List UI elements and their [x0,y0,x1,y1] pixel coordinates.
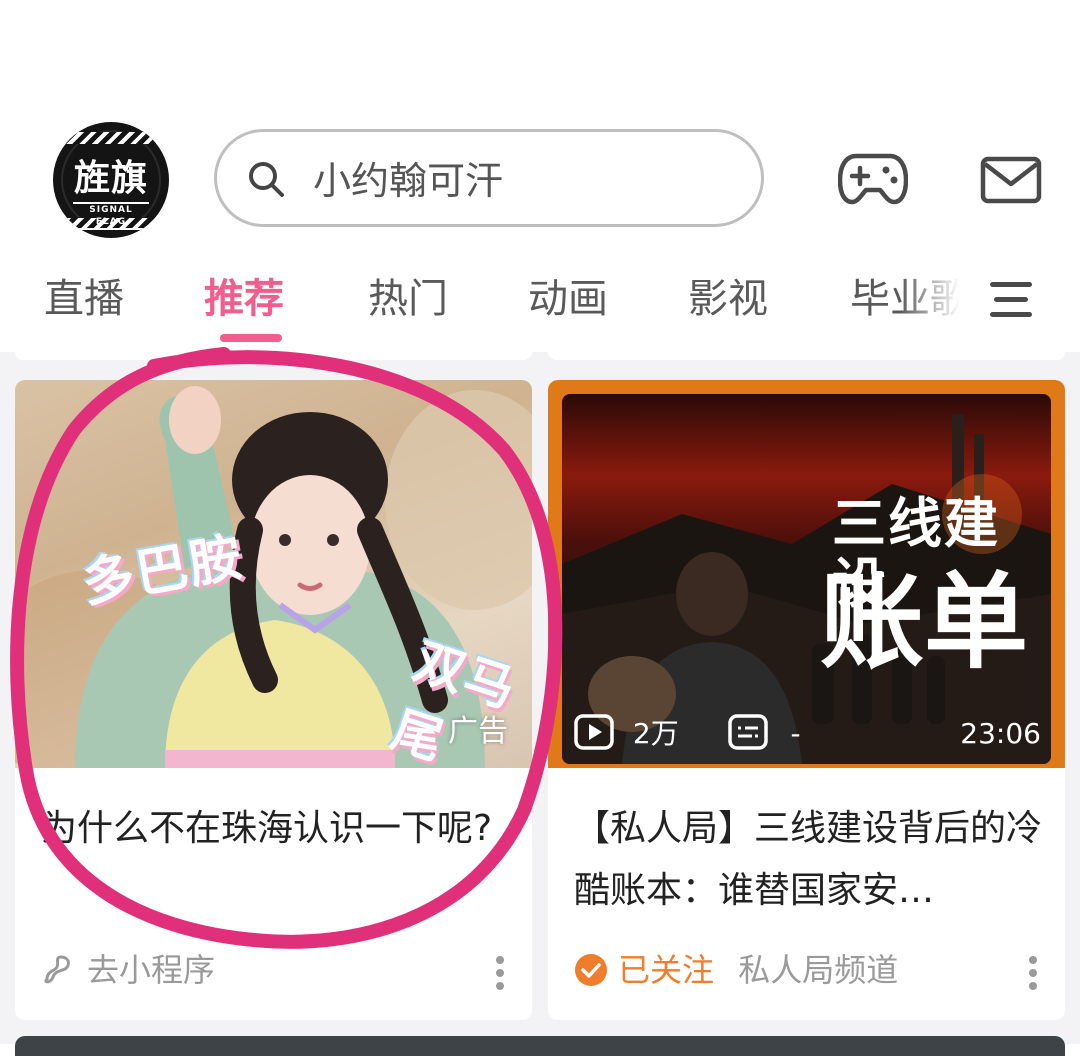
ad-badge: 广告 [448,714,508,749]
logo-hatch-top [53,132,169,144]
more-options-icon[interactable] [1029,956,1037,990]
danmaku-icon [727,714,768,750]
tab-hot[interactable]: 热门 [368,274,448,324]
next-card-preview [15,1036,1065,1056]
danmaku-count: - [790,717,801,750]
mini-program-label: 去小程序 [87,951,216,989]
search-box[interactable]: 小约翰可汗 [214,129,764,227]
video-uploader[interactable]: 已关注 私人局频道 [574,948,898,992]
tab-live[interactable]: 直播 [44,274,124,324]
tab-recommend[interactable]: 推荐 [204,274,284,324]
play-count-icon [574,714,614,750]
overlay-text-bill: 账单 [820,561,1029,683]
video-feed: 多巴胺 双马尾 广告 为什么不在珠海认识一下呢? 去小程序 三线建设 账单 2万… [0,352,1080,1056]
search-placeholder: 小约翰可汗 [313,159,504,203]
tab-anime[interactable]: 动画 [528,274,608,324]
video-card[interactable]: 三线建设 账单 2万 - 23:06 【私人局】三线建设背后的冷酷账本：谁替国家… [548,380,1065,1020]
video-thumbnail[interactable]: 三线建设 账单 2万 - 23:06 [548,380,1065,768]
followed-check-icon [575,954,607,986]
search-icon [249,162,284,197]
ad-title[interactable]: 为什么不在珠海认识一下呢? [41,798,511,860]
mini-program-icon [44,955,70,984]
video-duration: 23:06 [960,717,1041,750]
logo-text-en: SIGNAL FLAG [73,202,149,230]
channel-logo[interactable]: 旌旗 SIGNAL FLAG [53,122,169,238]
mini-program-link[interactable]: 去小程序 [41,948,215,992]
ad-card[interactable]: 多巴胺 双马尾 广告 为什么不在珠海认识一下呢? 去小程序 [15,380,532,1020]
more-options-icon[interactable] [496,956,504,990]
view-count: 2万 [632,717,679,750]
video-title[interactable]: 【私人局】三线建设背后的冷酷账本：谁替国家安… [574,798,1044,922]
gamepad-icon[interactable] [838,150,908,206]
top-bar: 旌旗 SIGNAL FLAG 小约翰可汗 直播 推荐 热门 动画 影视 毕业歌 [0,0,1080,352]
active-tab-indicator [220,334,282,342]
ad-thumbnail[interactable]: 多巴胺 双马尾 广告 [15,380,532,768]
channel-name[interactable]: 私人局频道 [738,951,898,989]
menu-icon[interactable] [990,280,1032,320]
followed-label: 已关注 [618,951,715,989]
tab-film[interactable]: 影视 [688,274,768,324]
previous-card-left [15,352,532,360]
previous-card-right [548,352,1065,360]
video-stats: 2万 - [574,714,801,754]
thumbnail-artwork: 三线建设 账单 [562,394,1051,764]
tabs-fade [900,262,980,342]
mail-icon[interactable] [980,156,1042,204]
logo-text-cn: 旌旗 [73,157,148,199]
